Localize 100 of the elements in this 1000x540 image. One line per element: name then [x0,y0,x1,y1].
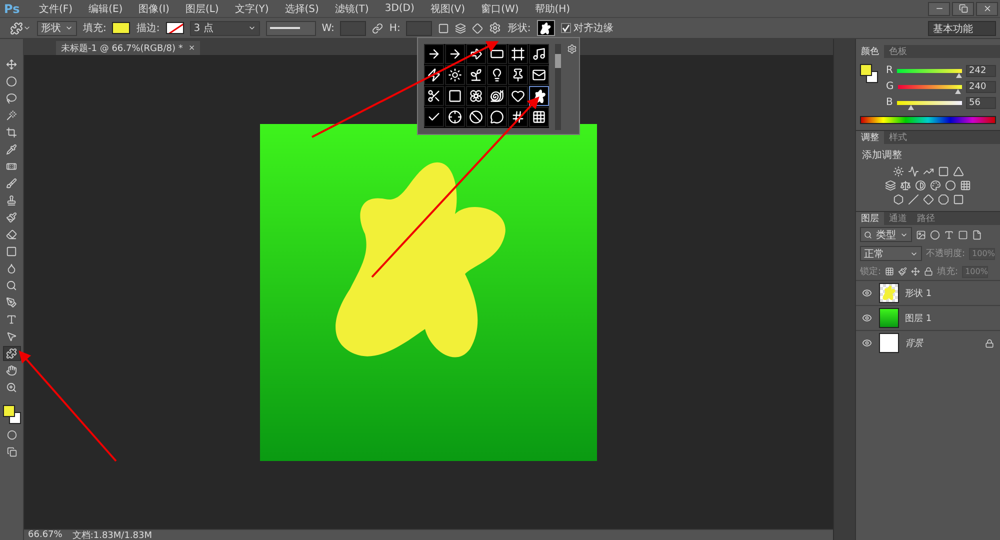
menu-item[interactable]: 3D(D) [378,3,422,14]
layer-row[interactable]: 图层 1 [856,305,1000,330]
lightbulb-icon [490,68,504,82]
octagon-icon[interactable] [938,194,948,205]
layer-row[interactable]: 形状 1 [856,280,1000,305]
scissors-icon [427,89,441,103]
channel-value-field[interactable]: 242 [966,64,996,76]
color-swatches[interactable] [2,405,20,425]
diamond-icon[interactable] [922,194,934,205]
picker-settings-button[interactable] [567,44,577,54]
shape-option[interactable] [466,86,486,106]
shape-option[interactable] [466,65,486,85]
menu-item[interactable]: 选择(S) [278,2,326,16]
hexagon-icon[interactable] [892,194,904,205]
eye-icon[interactable] [862,313,872,323]
fill-swatch[interactable] [112,22,130,34]
circle-icon[interactable] [945,180,956,191]
shape-picker-button[interactable] [536,20,555,36]
height-field[interactable] [406,20,432,36]
path-alignment-button[interactable] [455,22,466,34]
eye-icon[interactable] [862,288,872,298]
shape-option[interactable] [424,107,444,127]
image-icon[interactable] [916,230,926,240]
tool-preset-button[interactable] [10,22,31,34]
slider-thumb[interactable] [955,88,962,94]
checkbox[interactable] [560,23,571,33]
menu-item[interactable]: 图像(I) [132,2,176,16]
shape-option[interactable] [487,86,507,106]
square-icon[interactable] [952,194,964,205]
checker-icon[interactable] [885,267,894,276]
palette-icon[interactable] [930,180,941,191]
menu-item[interactable]: 编辑(E) [82,2,130,16]
layer-row[interactable]: 背景 [856,330,1000,355]
scale-icon[interactable] [900,180,911,191]
panel-tab[interactable]: 图层 [856,212,884,225]
shape-option[interactable] [487,107,507,127]
shape-option[interactable] [508,86,528,106]
shape-option[interactable] [424,44,444,64]
file-icon[interactable] [972,230,982,240]
tab-close-button[interactable]: × [188,42,195,54]
path-operations-button[interactable] [438,22,450,34]
blend-mode-select[interactable]: 正常 [860,246,922,261]
color-swatches[interactable] [860,64,880,86]
shape-option[interactable] [445,65,465,85]
width-field[interactable] [340,20,366,36]
app-logo: Ps [4,2,21,16]
eye-icon[interactable] [862,338,872,348]
shape-option[interactable] [508,65,528,85]
grid-icon[interactable] [960,180,971,191]
settings-button[interactable] [489,22,502,34]
shape-option[interactable] [508,44,528,64]
channel-value-field[interactable]: 240 [966,80,996,92]
shape-option[interactable] [529,65,549,85]
square-icon[interactable] [938,166,948,177]
menu-item[interactable]: 帮助(H) [528,2,578,16]
shape-option[interactable] [445,86,465,106]
document-tab[interactable]: 未标题-1 @ 66.7%(RGB/8) * × [56,41,200,55]
slider-thumb[interactable] [908,104,914,110]
layers-icon[interactable] [885,180,896,191]
stroke-type-select[interactable] [266,20,316,36]
menu-item[interactable]: 滤镜(T) [328,2,376,16]
curve-icon[interactable] [922,166,934,177]
panel-tab[interactable]: 颜色 [856,45,884,58]
stroke-width-select[interactable]: 3 点 [190,20,260,36]
shape-option[interactable] [529,44,549,64]
circle-icon[interactable] [930,230,940,240]
shape-option[interactable] [466,107,486,127]
menu-item[interactable]: 文字(Y) [228,2,276,16]
sun-icon[interactable] [892,166,904,177]
path-arrangement-button[interactable] [472,22,484,34]
slash-icon[interactable] [908,194,918,205]
shape-option[interactable] [529,107,549,127]
restore-button[interactable] [952,2,974,16]
type-icon[interactable] [944,230,954,240]
shape-option[interactable] [487,65,507,85]
close-button[interactable] [976,2,998,16]
stroke-swatch[interactable] [166,22,184,34]
lock-icon[interactable] [924,267,934,276]
menu-item[interactable]: 视图(V) [423,2,472,16]
triangle-icon[interactable] [952,166,964,177]
tool-button[interactable] [2,346,20,361]
histogram-icon[interactable] [908,166,918,177]
channel-value-field[interactable]: 56 [966,96,996,108]
panel-tab[interactable]: 调整 [856,131,884,144]
menu-item[interactable]: 图层(L) [178,2,226,16]
mode-select[interactable]: 形状 [37,20,77,36]
move-icon[interactable] [911,267,920,276]
shape-option[interactable] [445,44,465,64]
filter-select[interactable]: 类型 [860,227,912,242]
shape-option[interactable] [424,86,444,106]
contrast-icon[interactable] [915,180,926,191]
workspace-select[interactable]: 基本功能 [928,20,996,36]
color-spectrum[interactable] [860,116,996,124]
shape-option[interactable] [445,107,465,127]
menu-item[interactable]: 窗口(W) [474,2,526,16]
link-icon[interactable] [372,22,384,34]
brush-icon[interactable] [898,267,908,276]
square-icon[interactable] [958,230,968,240]
menu-item[interactable]: 文件(F) [32,2,80,16]
pointer-icon [6,331,17,342]
